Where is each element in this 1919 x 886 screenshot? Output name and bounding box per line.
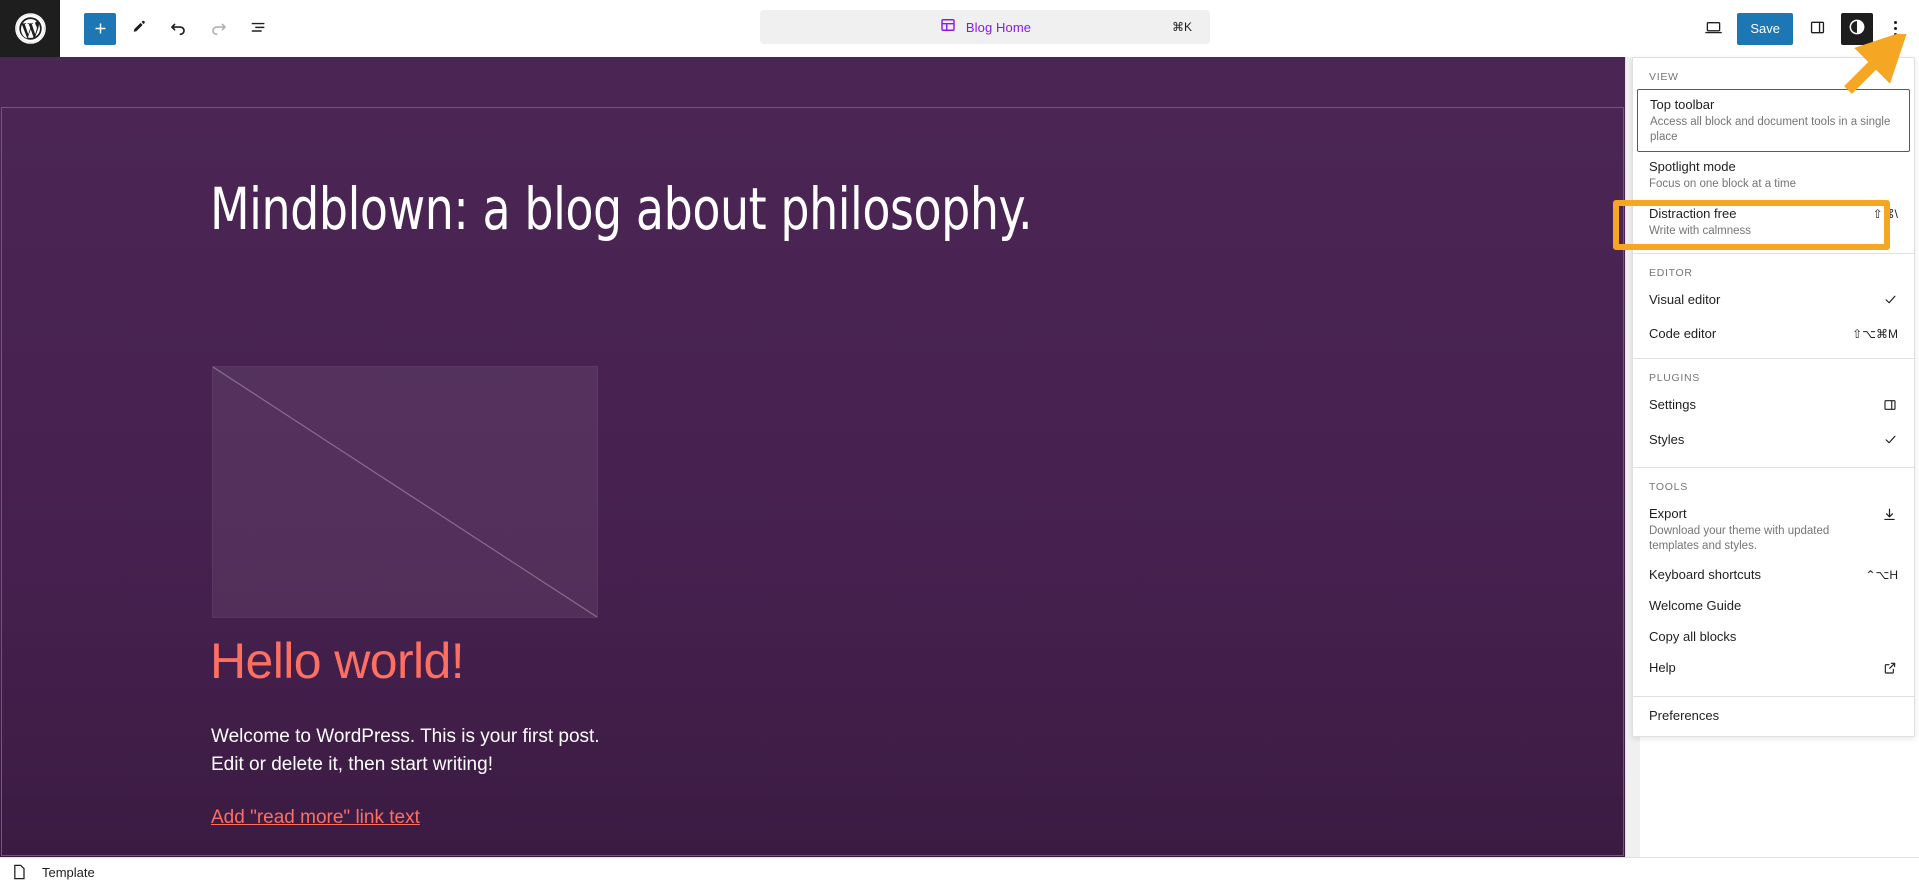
menu-section-label-view: VIEW xyxy=(1649,71,1679,83)
site-title: Mindblown: a blog about philosophy. xyxy=(210,175,1033,243)
undo-arrow-icon xyxy=(168,17,189,41)
template-layout-icon xyxy=(939,16,957,39)
menu-item-title: Export xyxy=(1649,506,1687,521)
menu-item-title: Keyboard shortcuts xyxy=(1649,567,1762,582)
menu-item-title: Code editor xyxy=(1649,326,1717,341)
menu-item-preferences[interactable]: Preferences xyxy=(1633,697,1914,736)
check-icon xyxy=(1883,431,1898,452)
download-icon xyxy=(1881,505,1898,528)
command-bar-shortcut: ⌘K xyxy=(1171,20,1192,34)
sidebar-panel-icon xyxy=(1882,396,1898,418)
menu-item-title: Spotlight mode xyxy=(1649,159,1736,174)
menu-section-label-plugins: PLUGINS xyxy=(1649,372,1700,384)
menu-item-description: Write with calmness xyxy=(1649,224,1752,237)
options-menu-button[interactable] xyxy=(1879,11,1911,47)
wordpress-logo-button[interactable] xyxy=(0,0,60,57)
undo-button[interactable] xyxy=(160,11,196,47)
editor-canvas[interactable]: Mindblown: a blog about philosophy. Hell… xyxy=(0,57,1625,857)
contrast-half-circle-icon xyxy=(1847,17,1867,40)
toolbar-right-group: Save xyxy=(1695,0,1911,57)
options-dropdown-menu[interactable]: VIEW Top toolbar Access all block and do… xyxy=(1632,57,1915,737)
menu-section-label-editor: EDITOR xyxy=(1649,267,1693,279)
menu-item-title: Preferences xyxy=(1649,708,1720,723)
menu-item-keyboard-shortcuts[interactable]: Keyboard shortcuts ⌃⌥H xyxy=(1633,560,1914,591)
check-icon xyxy=(1883,291,1898,312)
settings-sidebar-toggle-button[interactable] xyxy=(1799,11,1835,47)
device-preview-button[interactable] xyxy=(1695,11,1731,47)
menu-item-export[interactable]: Export Download your theme with updated … xyxy=(1633,499,1914,560)
redo-arrow-icon xyxy=(208,17,229,41)
menu-item-title: Help xyxy=(1649,660,1676,675)
read-more-link[interactable]: Add "read more" link text xyxy=(211,807,420,829)
featured-image-placeholder[interactable] xyxy=(212,366,598,618)
menu-item-shortcut: ⇧⌥⌘M xyxy=(1852,327,1898,341)
menu-item-description: Access all block and document tools in a… xyxy=(1650,116,1891,143)
menu-item-title: Copy all blocks xyxy=(1649,629,1737,644)
menu-item-title: Settings xyxy=(1649,397,1696,412)
menu-item-shortcut: ⇧⌘\ xyxy=(1872,206,1898,221)
menu-item-title: Distraction free xyxy=(1649,205,1737,221)
menu-item-distraction-free[interactable]: Distraction free Write with calmness ⇧⌘\ xyxy=(1633,199,1914,246)
menu-item-spotlight-mode[interactable]: Spotlight mode Focus on one block at a t… xyxy=(1633,152,1914,199)
redo-button[interactable] xyxy=(200,11,236,47)
post-title[interactable]: Hello world! xyxy=(210,632,465,690)
post-content-area[interactable]: Mindblown: a blog about philosophy. Hell… xyxy=(0,107,1625,857)
menu-item-code-editor[interactable]: Code editor ⇧⌥⌘M xyxy=(1633,319,1914,350)
document-overview-button[interactable] xyxy=(240,11,276,47)
external-link-icon xyxy=(1882,659,1898,681)
save-button[interactable]: Save xyxy=(1737,12,1793,45)
menu-item-visual-editor[interactable]: Visual editor xyxy=(1633,285,1914,319)
site-header-block[interactable] xyxy=(0,57,1625,107)
command-bar-title: Blog Home xyxy=(965,19,1032,35)
menu-item-title: Top toolbar xyxy=(1650,97,1715,112)
list-view-icon xyxy=(248,17,269,41)
wordpress-logo-icon xyxy=(14,12,47,45)
menu-section-label-tools: TOOLS xyxy=(1649,481,1688,493)
menu-item-help[interactable]: Help xyxy=(1633,653,1914,688)
menu-item-title: Visual editor xyxy=(1649,292,1721,307)
menu-item-top-toolbar[interactable]: Top toolbar Access all block and documen… xyxy=(1637,89,1910,152)
menu-item-styles[interactable]: Styles xyxy=(1633,425,1914,459)
placeholder-diagonal-icon xyxy=(213,367,597,617)
menu-item-shortcut: ⌃⌥H xyxy=(1865,568,1898,582)
status-bar-label: Template xyxy=(42,864,95,880)
editor-status-bar: Template xyxy=(0,857,1919,886)
sidebar-panel-icon xyxy=(1808,18,1827,40)
toolbar-left-tool-group xyxy=(84,11,276,47)
menu-item-title: Styles xyxy=(1649,432,1685,447)
pencil-icon xyxy=(129,18,148,40)
command-bar-button[interactable]: Blog Home ⌘K xyxy=(760,10,1210,44)
styles-button[interactable] xyxy=(1841,12,1873,45)
editor-top-toolbar: Blog Home ⌘K Save xyxy=(0,0,1919,57)
menu-item-welcome-guide[interactable]: Welcome Guide xyxy=(1633,591,1914,622)
editor-canvas-wrapper: Mindblown: a blog about philosophy. Hell… xyxy=(0,57,1625,857)
menu-item-title: Welcome Guide xyxy=(1649,598,1742,613)
three-dots-vertical-icon xyxy=(1893,21,1897,36)
post-excerpt[interactable]: Welcome to WordPress. This is your first… xyxy=(211,723,631,779)
document-template-icon xyxy=(9,862,29,882)
menu-item-description: Focus on one block at a time xyxy=(1649,178,1797,190)
menu-item-settings[interactable]: Settings xyxy=(1633,390,1914,425)
menu-item-copy-all-blocks[interactable]: Copy all blocks xyxy=(1633,622,1914,653)
menu-item-description: Download your theme with updated templat… xyxy=(1649,525,1830,552)
laptop-icon xyxy=(1703,17,1724,41)
tools-pencil-button[interactable] xyxy=(120,11,156,47)
block-inserter-button[interactable] xyxy=(84,12,116,45)
